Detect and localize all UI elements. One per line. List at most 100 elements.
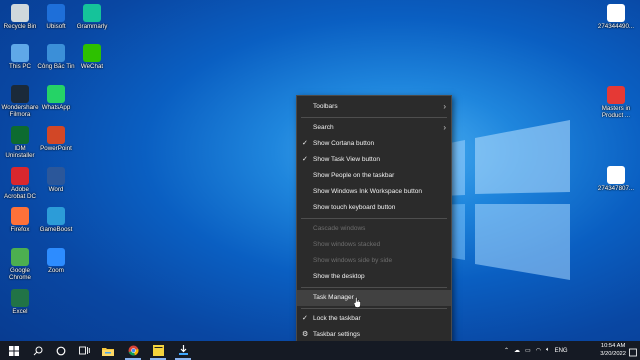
desktop-icon[interactable]: WeChat [72, 44, 112, 70]
menu-item-show-cortana[interactable]: ✓ Show Cortana button [297, 136, 451, 152]
task-view-button[interactable] [72, 341, 96, 360]
taskbar-app-chrome[interactable] [121, 341, 145, 360]
desktop-icon[interactable]: IDM Uninstaller [0, 126, 40, 159]
taskbar-app-download[interactable] [171, 341, 195, 360]
battery-icon[interactable]: ▭ [525, 347, 531, 354]
menu-item-label: Show windows stacked [313, 241, 381, 248]
desktop-icon[interactable]: Firefox [0, 207, 40, 233]
chevron-right-icon: › [443, 102, 446, 111]
folder-icon [102, 347, 114, 356]
desktop-icon-label: Google Chrome [8, 267, 31, 281]
desktop-icon-label: This PC [8, 63, 31, 70]
start-button[interactable] [2, 341, 26, 360]
menu-separator [301, 117, 447, 118]
desktop-icon[interactable]: Recycle Bin [0, 4, 40, 30]
grammarly-icon [83, 4, 101, 22]
desktop-icon[interactable]: Ubisoft [36, 4, 76, 30]
desktop-icon-label: Excel [12, 308, 28, 315]
download-icon [178, 345, 188, 355]
taskbar-app-explorer[interactable] [96, 341, 120, 360]
menu-item-task-manager[interactable]: Task Manager [297, 290, 451, 306]
desktop-icon-label: Ubisoft [46, 23, 66, 30]
desktop-icon-label: Adobe Acrobat DC [4, 186, 36, 200]
desktop-icon[interactable]: GameBoost [36, 207, 76, 233]
desktop-icon-label: Công Bắc Tin [37, 63, 75, 70]
menu-item-label: Show Task View button [313, 156, 380, 163]
menu-item-label: Lock the taskbar [313, 315, 361, 322]
chrome-icon [11, 248, 29, 266]
cortana-icon [56, 346, 66, 355]
cloud-icon[interactable]: ☁ [514, 347, 520, 354]
desktop-icon-label: Firefox [10, 226, 30, 233]
menu-item-show-task-view[interactable]: ✓ Show Task View button [297, 152, 451, 168]
menu-item-show-ink-workspace[interactable]: Show Windows Ink Workspace button [297, 184, 451, 200]
menu-item-label: Taskbar settings [313, 331, 360, 338]
search-button[interactable] [26, 341, 50, 360]
menu-separator [301, 218, 447, 219]
desktop-icon[interactable]: WhatsApp [36, 85, 76, 111]
desktop-icon[interactable]: Công Bắc Tin [36, 44, 76, 70]
desktop-icon-label: Zoom [48, 267, 64, 274]
language-indicator[interactable]: ENG [555, 348, 568, 354]
desktop-icon-label: WhatsApp [41, 104, 71, 111]
checkmark-icon: ✓ [302, 156, 308, 163]
recycle-bin-icon [11, 4, 29, 22]
desktop-icon-label: IDM Uninstaller [5, 145, 35, 159]
computer-icon [11, 44, 29, 62]
cortana-button[interactable] [49, 341, 73, 360]
menu-item-label: Task Manager [313, 294, 354, 301]
desktop-icon[interactable]: Adobe Acrobat DC [0, 167, 40, 200]
menu-item-label: Search [313, 124, 334, 131]
menu-item-show-touch-keyboard[interactable]: Show touch keyboard button [297, 200, 451, 216]
menu-item-show-desktop[interactable]: Show the desktop [297, 269, 451, 285]
menu-item-label: Show touch keyboard button [313, 204, 396, 211]
menu-item-label: Show windows side by side [313, 257, 393, 264]
desktop-icon[interactable]: Excel [0, 289, 40, 315]
desktop-icon[interactable]: Masters in Product ... [596, 86, 636, 119]
taskbar-context-menu: Toolbars › Search › ✓ Show Cortana butto… [296, 95, 452, 345]
idm-icon [11, 126, 29, 144]
desktop-icon-label: Grammarly [76, 23, 108, 30]
pdf-icon [607, 86, 625, 104]
taskbar-app-sticky-notes[interactable] [146, 341, 170, 360]
task-view-icon [78, 346, 90, 354]
windows-start-icon [9, 345, 19, 356]
menu-item-search[interactable]: Search › [297, 120, 451, 136]
desktop-icon[interactable]: 274347807... [596, 166, 636, 192]
desktop-icon[interactable]: Wondershare Filmora [0, 85, 40, 118]
gameboost-icon [47, 207, 65, 225]
checkmark-icon: ✓ [302, 315, 308, 322]
word-icon [47, 167, 65, 185]
sticky-notes-icon [152, 345, 164, 356]
desktop-icon[interactable]: 274344490... [596, 4, 636, 30]
desktop-icon[interactable]: This PC [0, 44, 40, 70]
clock-time: 10:54 AM [600, 343, 626, 349]
menu-separator [301, 287, 447, 288]
phone-file-icon [607, 4, 625, 22]
menu-item-show-people[interactable]: Show People on the taskbar [297, 168, 451, 184]
volume-icon[interactable]: 🔈︎ [546, 347, 550, 354]
notification-icon[interactable] [629, 345, 637, 360]
menu-item-label: Toolbars [313, 103, 338, 110]
menu-item-label: Cascade windows [313, 225, 366, 232]
menu-item-label: Show Cortana button [313, 140, 375, 147]
chevron-up-icon[interactable]: ⌃ [504, 347, 509, 354]
desktop-icon[interactable]: Zoom [36, 248, 76, 274]
desktop-icon-label: PowerPoint [40, 145, 72, 152]
whatsapp-icon [47, 85, 65, 103]
clock[interactable]: 10:54 AM 3/20/2022 [600, 343, 626, 358]
desktop-icon[interactable]: Grammarly [72, 4, 112, 30]
acrobat-icon [11, 167, 29, 185]
desktop-icon[interactable]: Word [36, 167, 76, 193]
desktop-icon-label: 274344490... [597, 23, 635, 30]
menu-separator [301, 308, 447, 309]
desktop-icon-label: Masters in Product ... [601, 105, 631, 119]
wifi-icon[interactable]: ◠ [536, 347, 541, 354]
menu-item-windows-stacked: Show windows stacked [297, 237, 451, 253]
desktop-icon[interactable]: Google Chrome [0, 248, 40, 281]
filmora-icon [11, 85, 29, 103]
desktop-icon[interactable]: PowerPoint [36, 126, 76, 152]
menu-item-lock-taskbar[interactable]: ✓ Lock the taskbar [297, 311, 451, 327]
menu-item-toolbars[interactable]: Toolbars › [297, 99, 451, 115]
system-tray: ⌃ ☁ ▭ ◠ 🔈︎ ENG [504, 341, 568, 360]
